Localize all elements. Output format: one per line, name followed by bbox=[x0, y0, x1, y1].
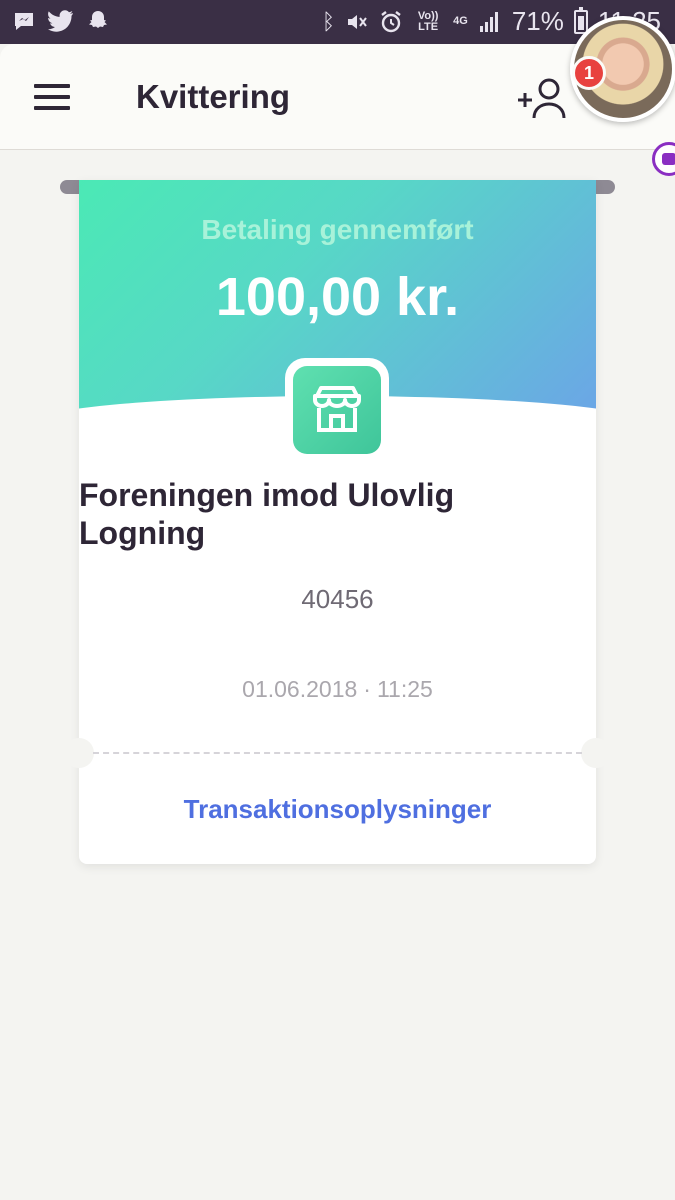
receipt-notch-right bbox=[581, 738, 611, 768]
datetime-separator: · bbox=[363, 676, 371, 702]
notification-badge: 1 bbox=[572, 56, 606, 90]
page-title: Kvittering bbox=[136, 78, 291, 115]
receipt-notch-left bbox=[64, 738, 94, 768]
volte-icon: Vo)) LTE bbox=[417, 9, 439, 33]
merchant-id: 40456 bbox=[301, 584, 374, 614]
twitter-icon bbox=[48, 10, 73, 32]
mute-icon bbox=[348, 14, 367, 29]
bluetooth-icon: ᛒ bbox=[321, 8, 336, 34]
snapchat-icon bbox=[89, 11, 107, 28]
transaction-details-link[interactable]: Transaktionsoplysninger bbox=[79, 794, 596, 825]
payment-amount: 100,00 kr. bbox=[215, 267, 460, 327]
hamburger-menu-icon[interactable] bbox=[34, 84, 70, 110]
add-contact-icon[interactable] bbox=[516, 76, 568, 120]
transaction-date: 01.06.2018 bbox=[242, 676, 358, 702]
chat-icon[interactable] bbox=[652, 142, 675, 176]
battery-percent: 71% bbox=[511, 6, 564, 36]
merchant-logo bbox=[285, 358, 389, 462]
signal-icon bbox=[479, 11, 498, 32]
dashed-divider bbox=[93, 752, 582, 754]
messenger-icon bbox=[15, 13, 33, 30]
alarm-icon bbox=[381, 10, 401, 32]
receipt-card: Betaling gennemført 100,00 kr. Foreninge… bbox=[64, 180, 611, 864]
merchant-name: Foreningen imod Ulovlig Logning bbox=[79, 477, 455, 551]
transaction-time: 11:25 bbox=[376, 676, 433, 702]
4g-icon: 4G bbox=[453, 15, 468, 27]
transaction-datetime: 01.06.2018 · 11:25 bbox=[79, 676, 596, 703]
status-bar: ᛒ Vo)) LTE 4G 71% 11.25 bbox=[0, 0, 675, 44]
store-icon bbox=[293, 366, 381, 454]
payment-status: Betaling gennemført bbox=[201, 214, 474, 245]
